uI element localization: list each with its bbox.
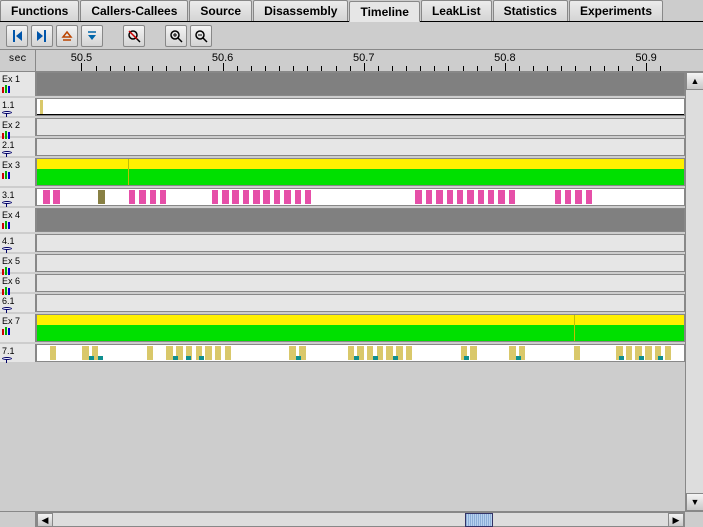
zoom-reset-button[interactable] bbox=[123, 25, 145, 47]
tab-experiments[interactable]: Experiments bbox=[569, 0, 663, 21]
track-row: 1.1 bbox=[0, 98, 685, 116]
track-row: Ex 6 bbox=[0, 274, 685, 292]
track-row: 2.1 bbox=[0, 138, 685, 156]
toolbar bbox=[0, 22, 703, 50]
track-label: Ex 2 bbox=[0, 118, 36, 136]
tab-leaklist[interactable]: LeakList bbox=[421, 0, 492, 21]
track-content[interactable] bbox=[36, 208, 685, 232]
track-content[interactable] bbox=[36, 314, 685, 342]
step-forward-button[interactable] bbox=[31, 25, 53, 47]
track-label: Ex 5 bbox=[0, 254, 36, 272]
track-label: 7.1 bbox=[0, 344, 36, 362]
bars-icon bbox=[2, 327, 10, 335]
clock-icon bbox=[2, 201, 12, 204]
track-row: Ex 4 bbox=[0, 208, 685, 232]
tab-source[interactable]: Source bbox=[189, 0, 252, 21]
track-row: Ex 5 bbox=[0, 254, 685, 272]
clock-icon bbox=[2, 307, 12, 310]
track-label: 1.1 bbox=[0, 98, 36, 116]
track-row: Ex 1 bbox=[0, 72, 685, 96]
track-label: Ex 7 bbox=[0, 314, 36, 342]
track-content[interactable] bbox=[36, 274, 685, 292]
tab-callerscallees[interactable]: Callers-Callees bbox=[80, 0, 188, 21]
ruler-units-label: sec bbox=[0, 50, 36, 71]
track-content[interactable] bbox=[36, 98, 685, 116]
track-label: 3.1 bbox=[0, 188, 36, 206]
bars-icon bbox=[2, 171, 10, 179]
scroll-left-arrow[interactable]: ◀ bbox=[37, 513, 53, 527]
track-content[interactable] bbox=[36, 72, 685, 96]
track-label: 2.1 bbox=[0, 138, 36, 156]
track-row: Ex 2 bbox=[0, 118, 685, 136]
track-row: 7.1 bbox=[0, 344, 685, 362]
horizontal-scrollbar[interactable]: ◀ ▶ bbox=[0, 511, 703, 527]
bars-icon bbox=[2, 85, 10, 93]
tab-disassembly[interactable]: Disassembly bbox=[253, 0, 348, 21]
track-content[interactable] bbox=[36, 344, 685, 362]
scroll-right-arrow[interactable]: ▶ bbox=[668, 513, 684, 527]
scroll-down-arrow[interactable]: ▼ bbox=[686, 493, 703, 511]
zoom-out-button[interactable] bbox=[190, 25, 212, 47]
track-label: Ex 3 bbox=[0, 158, 36, 186]
track-content[interactable] bbox=[36, 138, 685, 156]
scroll-up-arrow[interactable]: ▲ bbox=[686, 72, 703, 90]
clock-icon bbox=[2, 247, 12, 250]
track-content[interactable] bbox=[36, 294, 685, 312]
track-content[interactable] bbox=[36, 158, 685, 186]
track-area: Ex 1 1.1 Ex 2 2.1 Ex 3 3.1 Ex 4 4.1 Ex 5 Ex 6 6.1 E… bbox=[0, 72, 703, 511]
track-row: 6.1 bbox=[0, 294, 685, 312]
bars-icon bbox=[2, 221, 10, 229]
step-back-button[interactable] bbox=[6, 25, 28, 47]
arrow-up-button[interactable] bbox=[56, 25, 78, 47]
ruler-track: 50.550.650.750.850.9 bbox=[36, 50, 685, 71]
tab-timeline[interactable]: Timeline bbox=[349, 1, 419, 22]
zoom-in-button[interactable] bbox=[165, 25, 187, 47]
track-label: Ex 4 bbox=[0, 208, 36, 232]
track-content[interactable] bbox=[36, 188, 685, 206]
vertical-scrollbar[interactable]: ▲ ▼ bbox=[685, 72, 703, 511]
clock-icon bbox=[2, 151, 12, 154]
time-ruler: sec 50.550.650.750.850.9 bbox=[0, 50, 703, 72]
arrow-down-button[interactable] bbox=[81, 25, 103, 47]
track-content[interactable] bbox=[36, 234, 685, 252]
track-row: Ex 3 bbox=[0, 158, 685, 186]
tab-statistics[interactable]: Statistics bbox=[493, 0, 568, 21]
track-row: Ex 7 bbox=[0, 314, 685, 342]
track-content[interactable] bbox=[36, 254, 685, 272]
track-content[interactable] bbox=[36, 118, 685, 136]
clock-icon bbox=[2, 111, 12, 114]
tab-bar: FunctionsCallers-CalleesSourceDisassembl… bbox=[0, 0, 703, 22]
track-label: Ex 6 bbox=[0, 274, 36, 292]
track-row: 3.1 bbox=[0, 188, 685, 206]
track-row: 4.1 bbox=[0, 234, 685, 252]
clock-icon bbox=[2, 357, 12, 360]
track-label: 4.1 bbox=[0, 234, 36, 252]
track-label: 6.1 bbox=[0, 294, 36, 312]
tab-functions[interactable]: Functions bbox=[0, 0, 79, 21]
track-label: Ex 1 bbox=[0, 72, 36, 96]
scroll-thumb[interactable] bbox=[465, 513, 493, 527]
